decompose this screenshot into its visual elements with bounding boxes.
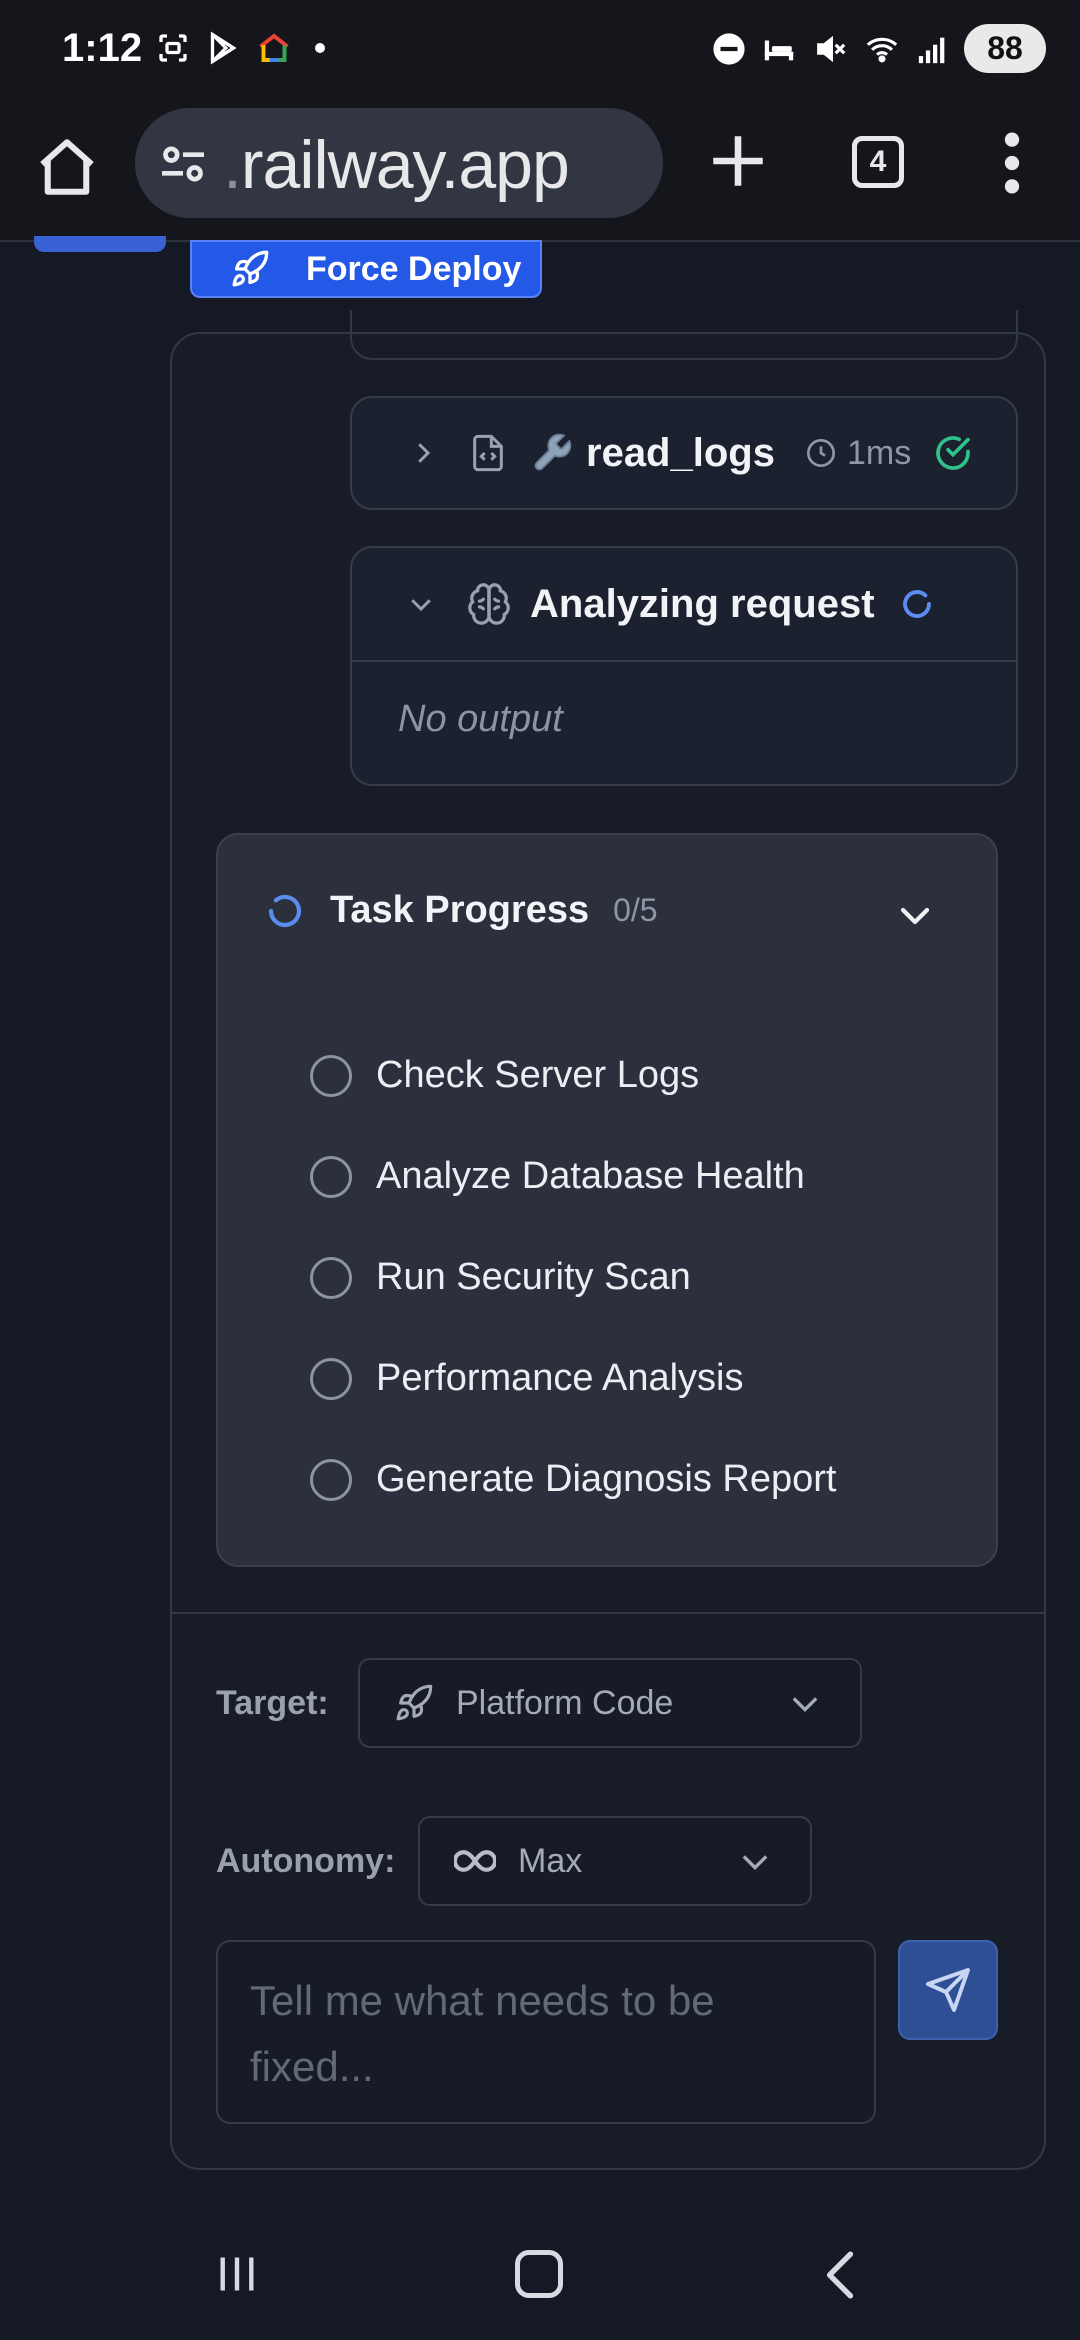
tool-duration: 1ms <box>846 433 912 472</box>
task-label: Run Security Scan <box>376 1256 691 1298</box>
infinity-icon <box>454 1850 496 1872</box>
home-button-icon[interactable] <box>515 2250 563 2298</box>
home-icon[interactable] <box>34 134 100 200</box>
status-notification-icons <box>155 30 325 66</box>
pending-circle-icon <box>310 1256 352 1299</box>
tool-name: read_logs <box>586 430 775 475</box>
recent-apps-icon[interactable] <box>214 2252 260 2296</box>
cell-signal-icon <box>918 37 945 63</box>
task-item: Check Server Logs <box>310 1025 836 1126</box>
target-select[interactable]: Platform Code <box>358 1658 862 1748</box>
do-not-disturb-icon <box>713 32 745 65</box>
status-time: 1:12 <box>62 26 143 70</box>
task-progress-title: Task Progress <box>330 889 590 931</box>
success-check-icon <box>936 436 971 470</box>
task-item: Generate Diagnosis Report <box>310 1429 836 1530</box>
play-store-icon <box>210 31 237 65</box>
analyzing-output: No output <box>398 698 563 740</box>
autonomy-label: Autonomy: <box>216 1842 396 1880</box>
send-button[interactable] <box>898 1940 998 2040</box>
chevron-down-icon <box>792 1697 818 1712</box>
scrolled-button-edge[interactable] <box>34 236 166 252</box>
status-system-icons: 88 <box>712 24 1046 73</box>
loading-spinner-icon <box>902 590 931 618</box>
overflow-menu-icon[interactable] <box>995 130 1029 196</box>
pending-circle-icon <box>310 1458 352 1501</box>
mute-icon <box>817 35 846 62</box>
target-value: Platform Code <box>456 1683 674 1722</box>
task-progress-header[interactable]: Task Progress 0/5 <box>264 889 658 932</box>
wifi-icon <box>866 37 898 62</box>
panel-divider <box>172 1612 1044 1614</box>
wrench-icon <box>534 433 572 471</box>
new-tab-icon[interactable] <box>705 128 771 194</box>
force-deploy-label: Force Deploy <box>306 249 522 288</box>
google-home-icon <box>259 33 289 62</box>
send-icon <box>926 1968 970 2012</box>
task-progress-count: 0/5 <box>613 892 658 928</box>
autonomy-value: Max <box>518 1841 583 1880</box>
status-bar: 1:12 88 <box>0 0 1080 100</box>
loading-spinner-icon <box>268 894 302 927</box>
screenshot-icon <box>159 34 187 62</box>
clock-icon <box>806 439 835 467</box>
target-label: Target: <box>216 1684 329 1722</box>
site-settings-icon[interactable] <box>155 136 211 192</box>
tab-switcher-button[interactable]: 4 <box>852 136 904 188</box>
brain-icon <box>468 583 510 625</box>
battery-indicator: 88 <box>964 24 1046 73</box>
rocket-icon <box>396 1684 433 1721</box>
sleep-mode-icon <box>764 40 794 60</box>
tool-call-header[interactable]: read_logs 1ms <box>352 398 973 508</box>
pending-circle-icon <box>310 1357 352 1400</box>
url-text[interactable]: .railway.app <box>223 126 570 204</box>
task-label: Generate Diagnosis Report <box>376 1458 837 1500</box>
task-progress-card: Task Progress 0/5 Check Server Logs Anal… <box>216 833 998 1567</box>
task-label: Check Server Logs <box>376 1054 700 1096</box>
code-file-icon <box>473 434 503 472</box>
rocket-icon <box>232 250 269 287</box>
system-navigation-bar <box>0 2200 1080 2340</box>
task-list: Check Server Logs Analyze Database Healt… <box>310 1025 836 1530</box>
autonomy-select[interactable]: Max <box>418 1816 812 1906</box>
task-label: Performance Analysis <box>376 1357 744 1399</box>
task-item: Performance Analysis <box>310 1328 836 1429</box>
force-deploy-button[interactable]: Force Deploy <box>190 240 542 298</box>
task-item: Analyze Database Health <box>310 1126 836 1227</box>
chevron-down-icon[interactable] <box>404 589 438 619</box>
pending-circle-icon <box>310 1054 352 1097</box>
url-prefix: . <box>223 127 242 203</box>
message-input[interactable]: Tell me what needs to be fixed... <box>216 1940 876 2124</box>
back-icon[interactable] <box>822 2250 858 2300</box>
notification-dot-icon <box>315 43 325 53</box>
task-label: Analyze Database Health <box>376 1155 805 1197</box>
address-bar[interactable]: .railway.app <box>135 108 663 218</box>
previous-tool-card <box>350 310 1018 360</box>
analyzing-request-card[interactable]: Analyzing request No output <box>350 546 1018 786</box>
pending-circle-icon <box>310 1155 352 1198</box>
chevron-down-icon <box>742 1855 768 1870</box>
analyzing-title: Analyzing request <box>530 581 875 626</box>
url-domain: railway.app <box>240 127 570 203</box>
analyzing-request-header[interactable]: Analyzing request <box>352 548 1016 662</box>
chevron-right-icon[interactable] <box>408 436 438 470</box>
browser-toolbar: .railway.app 4 <box>0 100 1080 242</box>
tool-call-card[interactable]: read_logs 1ms <box>350 396 1018 510</box>
task-item: Run Security Scan <box>310 1227 836 1328</box>
chevron-down-icon[interactable] <box>896 901 934 931</box>
